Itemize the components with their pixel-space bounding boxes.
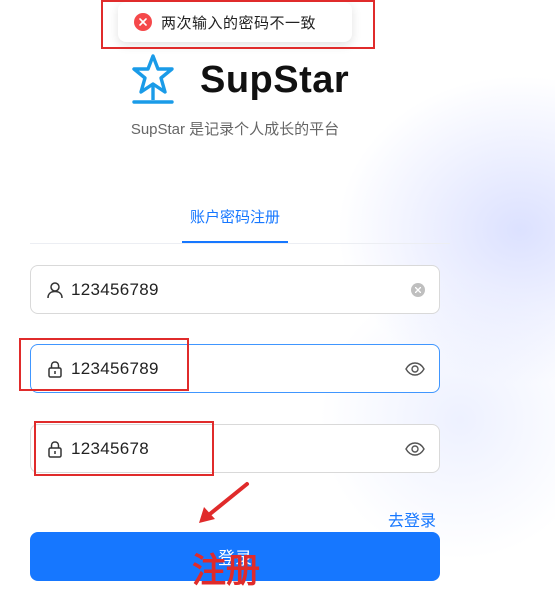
- user-icon: [47, 281, 63, 298]
- star-logo-icon: [132, 54, 174, 104]
- eye-icon[interactable]: [405, 361, 425, 376]
- annotation-label: 注册: [192, 551, 260, 591]
- clear-icon[interactable]: [411, 282, 425, 297]
- tab-account-password-register[interactable]: 账户密码注册: [150, 206, 320, 227]
- username-value: 123456789: [71, 279, 159, 299]
- annotation-box-toast: [101, 0, 375, 49]
- eye-icon[interactable]: [405, 441, 425, 456]
- username-field[interactable]: 123456789: [30, 265, 440, 314]
- login-link[interactable]: 去登录: [388, 507, 436, 531]
- annotation-box-confirm-password: [34, 421, 214, 476]
- tab-divider: [30, 243, 450, 244]
- brand: SupStar: [128, 52, 349, 108]
- annotation-box-password: [19, 338, 189, 391]
- brand-subtitle: SupStar 是记录个人成长的平台: [130, 121, 340, 138]
- arrow-annotation: [199, 482, 249, 523]
- brand-name: SupStar: [200, 58, 350, 101]
- tab-active-indicator: [182, 241, 288, 243]
